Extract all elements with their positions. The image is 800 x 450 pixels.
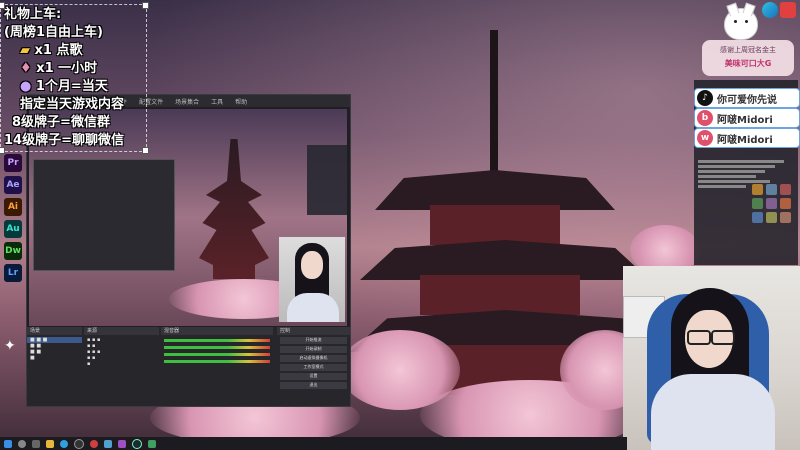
sponsor-title: 感谢上周冠名金主 [720, 46, 776, 54]
studio-mode-button[interactable]: 工作室模式 [280, 364, 347, 371]
sponsor-name: 美味可口大G [724, 59, 772, 68]
edge-browser-icon[interactable] [762, 2, 778, 18]
settings-button[interactable]: 设置 [280, 373, 347, 380]
chrome-icon[interactable] [90, 439, 98, 448]
star-app-icon[interactable]: ✦ [4, 338, 20, 354]
audio-meter [164, 353, 270, 356]
pagoda-tier-2 [420, 275, 580, 315]
gift-tile[interactable] [752, 198, 763, 209]
app-icon[interactable] [780, 2, 796, 18]
scenes-header: 场景 [27, 327, 82, 335]
gift-tile[interactable] [752, 184, 763, 195]
sponsor-banner: 感谢上周冠名金主 美味可口大G [702, 40, 794, 76]
audio-meter [164, 360, 270, 363]
pagoda-tier-1 [430, 205, 560, 245]
start-icon[interactable] [4, 439, 12, 448]
exit-button[interactable]: 退出 [280, 382, 347, 389]
nested-preview [33, 159, 175, 271]
sources-panel: 来源 ▪ ▪ ▪ ▪ ▪ ▪ ▪ ▪ ▪ ▪ ▪ [84, 327, 159, 406]
gift-tile[interactable] [766, 184, 777, 195]
steam-icon[interactable] [132, 438, 142, 449]
pagoda-roof-1 [375, 170, 615, 210]
social-weibo: w 阿啵Midori [694, 128, 800, 148]
resize-handle[interactable] [0, 2, 5, 9]
windows-taskbar [0, 437, 627, 450]
illustrator-icon[interactable]: Ai [4, 198, 22, 216]
desktop-app-dock: Pr Ae Ai Au Dw Lr [2, 150, 26, 286]
after-effects-icon[interactable]: Ae [4, 176, 22, 194]
social-label: 阿啵Midori [717, 134, 773, 146]
social-douyin: ♪ 你可爱你先说 [694, 88, 800, 108]
preview-webcam [279, 237, 345, 322]
menu-help[interactable]: 帮助 [235, 97, 247, 106]
resize-handle[interactable] [142, 147, 149, 154]
source-item[interactable]: ▪ [84, 361, 159, 367]
app-icon[interactable] [148, 439, 156, 448]
folder-icon[interactable] [46, 439, 54, 448]
obs-icon[interactable] [74, 438, 84, 449]
audio-mixer-panel: 混音器 [161, 327, 273, 406]
audition-icon[interactable]: Au [4, 220, 22, 238]
chat-gift-grid [752, 184, 796, 223]
gift-tile[interactable] [780, 198, 791, 209]
gift-tile[interactable] [780, 184, 791, 195]
gift-tile[interactable] [766, 198, 777, 209]
menu-tools[interactable]: 工具 [211, 97, 223, 106]
glasses [683, 330, 737, 345]
app-icon[interactable] [118, 439, 126, 448]
streamer-body [651, 374, 775, 450]
gift-tile[interactable] [766, 212, 777, 223]
resize-handle[interactable] [142, 2, 149, 9]
resize-handle[interactable] [0, 147, 5, 154]
controls-panel: 控制 开始推流 开始录制 启动虚拟摄像机 工作室模式 设置 退出 [277, 327, 350, 406]
gift-tile[interactable] [752, 212, 763, 223]
lightroom-icon[interactable]: Lr [4, 264, 22, 282]
social-label: 阿啵Midori [717, 114, 773, 126]
gift-tile[interactable] [780, 212, 791, 223]
virtual-camera-button[interactable]: 启动虚拟摄像机 [280, 355, 347, 362]
audio-meter [164, 339, 270, 342]
obs-dock-panels: 场景 ■ ■ ■ ■ ■ ■ ■ ■ 来源 ▪ ▪ ▪ ▪ ▪ ▪ ▪ ▪ ▪ … [27, 327, 350, 406]
social-label: 你可爱你先说 [717, 94, 777, 106]
social-bilibili: b 阿啵Midori [694, 108, 800, 128]
scenes-panel: 场景 ■ ■ ■ ■ ■ ■ ■ ■ [27, 327, 82, 406]
mixer-header: 混音器 [161, 327, 273, 335]
sources-header: 来源 [84, 327, 159, 335]
search-icon[interactable] [18, 439, 26, 448]
premiere-icon[interactable]: Pr [4, 154, 22, 172]
start-recording-button[interactable]: 开始录制 [280, 346, 347, 353]
dreamweaver-icon[interactable]: Dw [4, 242, 22, 260]
browser-icon[interactable] [60, 439, 68, 448]
scene-item[interactable]: ■ [27, 355, 82, 361]
cat-mascot-icon [724, 8, 758, 40]
task-view-icon[interactable] [32, 439, 40, 448]
start-streaming-button[interactable]: 开始推流 [280, 337, 347, 344]
app-icon[interactable] [104, 439, 112, 448]
overlay-selection-box[interactable] [0, 2, 149, 154]
bilibili-icon: b [697, 110, 713, 126]
pagoda-roof-2 [360, 240, 650, 280]
pagoda-spire [490, 30, 498, 180]
preview-pagoda [199, 139, 269, 279]
menu-scene-collection[interactable]: 场景集合 [175, 97, 199, 106]
webcam-feed [623, 266, 800, 450]
douyin-icon: ♪ [697, 90, 713, 106]
weibo-icon: w [697, 130, 713, 146]
preview-chat [307, 145, 347, 215]
controls-header: 控制 [277, 327, 350, 335]
audio-meter [164, 346, 270, 349]
